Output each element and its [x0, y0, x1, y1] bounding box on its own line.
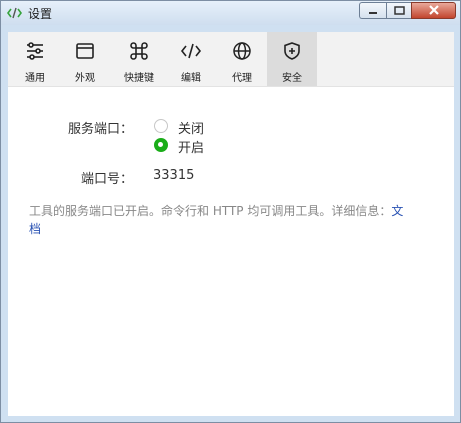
window-icon — [76, 43, 94, 59]
service-port-label: 服务端口： — [68, 122, 134, 137]
port-number-value: 33315 — [153, 168, 195, 183]
settings-window: 设置 通用 外观 快捷键 编辑 代理 安全 服务端口： 关闭 开启 端口号： 3… — [0, 0, 461, 423]
tab-proxy-label: 代理 — [232, 73, 252, 84]
tab-editor[interactable]: 编辑 — [170, 32, 212, 86]
tab-security[interactable]: 安全 — [267, 32, 317, 86]
settings-toolbar: 通用 外观 快捷键 编辑 代理 安全 — [8, 32, 454, 87]
tab-shortcuts-label: 快捷键 — [124, 73, 154, 84]
port-off-radio[interactable] — [154, 119, 168, 133]
minimize-icon — [369, 12, 377, 14]
port-info-note: 工具的服务端口已开启。命令行和 HTTP 均可调用工具。详细信息：文档 — [29, 202, 409, 238]
command-key-icon — [130, 42, 148, 60]
tab-shortcuts[interactable]: 快捷键 — [114, 32, 164, 86]
tab-editor-label: 编辑 — [181, 73, 201, 84]
tab-proxy[interactable]: 代理 — [220, 32, 264, 86]
title-bar[interactable]: 设置 — [1, 1, 460, 25]
globe-icon — [233, 42, 251, 60]
tab-appearance-label: 外观 — [75, 73, 95, 84]
tab-general-label: 通用 — [25, 73, 45, 84]
minimize-button[interactable] — [359, 2, 386, 19]
maximize-button[interactable] — [386, 2, 411, 19]
port-off-label[interactable]: 关闭 — [178, 118, 204, 137]
close-button[interactable] — [411, 2, 456, 19]
tab-general[interactable]: 通用 — [14, 32, 56, 86]
settings-content: 通用 外观 快捷键 编辑 代理 安全 服务端口： 关闭 开启 端口号： 3331… — [8, 32, 454, 416]
app-logo-icon — [7, 7, 22, 19]
tab-security-label: 安全 — [282, 73, 302, 84]
port-info-text: 工具的服务端口已开启。命令行和 HTTP 均可调用工具。详细信息： — [29, 204, 392, 218]
code-icon — [180, 43, 202, 59]
tab-appearance[interactable]: 外观 — [64, 32, 106, 86]
maximize-icon — [394, 6, 405, 15]
window-title: 设置 — [28, 7, 53, 21]
shield-plus-icon — [284, 42, 300, 60]
port-on-radio[interactable] — [154, 138, 168, 152]
close-icon — [429, 5, 439, 15]
sliders-icon — [27, 42, 43, 60]
port-number-label: 端口号： — [81, 172, 134, 187]
port-on-label[interactable]: 开启 — [178, 137, 204, 156]
